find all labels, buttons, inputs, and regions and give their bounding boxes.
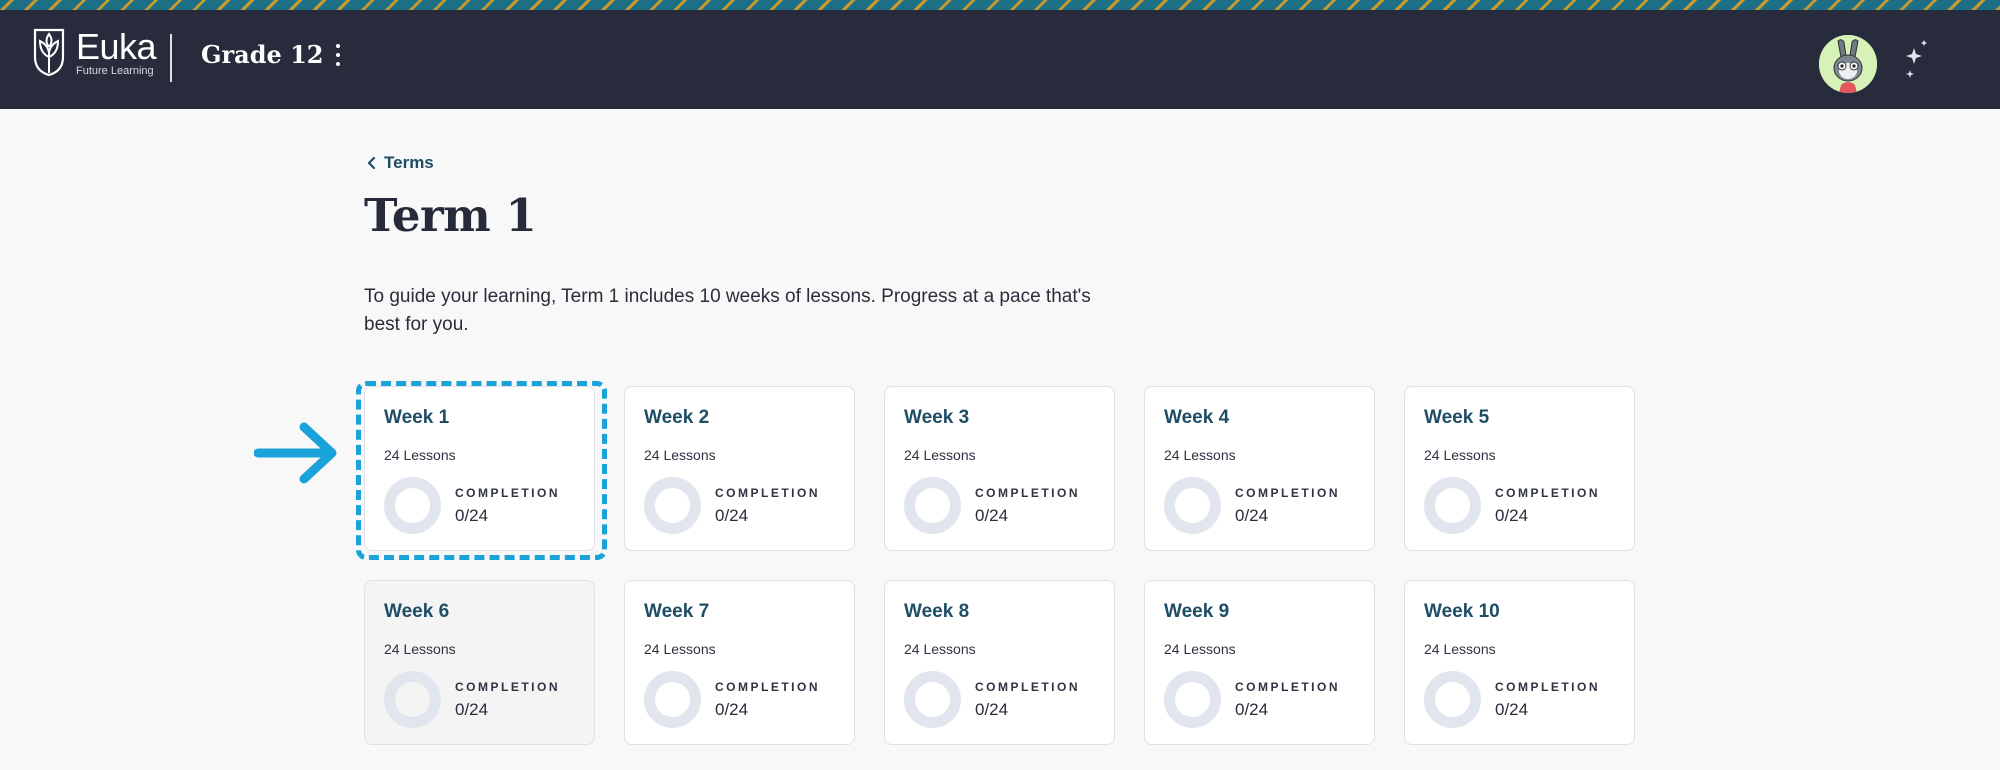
week-card-10[interactable]: Week 10 24 Lessons COMPLETION 0/24 <box>1404 580 1635 745</box>
progress-ring-icon <box>1424 477 1481 534</box>
decorative-top-stripe <box>0 0 2000 10</box>
progress-ring-icon <box>644 671 701 728</box>
completion-value: 0/24 <box>1495 505 1529 525</box>
week-lessons-count: 24 Lessons <box>384 641 456 657</box>
completion-label: COMPLETION <box>715 485 820 500</box>
kebab-menu-icon[interactable] <box>334 43 342 66</box>
progress-ring-icon <box>1164 477 1221 534</box>
progress-ring-icon <box>1164 671 1221 728</box>
week-title: Week 2 <box>644 407 710 428</box>
week-card-1[interactable]: Week 1 24 Lessons COMPLETION 0/24 <box>356 381 607 560</box>
week-card-5[interactable]: Week 5 24 Lessons COMPLETION 0/24 <box>1404 386 1635 551</box>
logo-tagline: Future Learning <box>76 65 154 77</box>
completion-label: COMPLETION <box>1495 485 1600 500</box>
progress-ring-icon <box>904 671 961 728</box>
completion-label: COMPLETION <box>455 679 560 694</box>
breadcrumb-label: Terms <box>384 153 434 172</box>
week-title: Week 3 <box>904 407 970 428</box>
euka-shield-logo-icon <box>33 28 65 77</box>
completion-value: 0/24 <box>1235 699 1269 719</box>
week-card-3[interactable]: Week 3 24 Lessons COMPLETION 0/24 <box>884 386 1115 551</box>
progress-ring-icon <box>1424 671 1481 728</box>
page-title: Term 1 <box>364 189 537 242</box>
week-lessons-count: 24 Lessons <box>384 447 456 463</box>
progress-ring-icon <box>384 671 441 728</box>
week-lessons-count: 24 Lessons <box>1424 641 1496 657</box>
progress-ring-icon <box>644 477 701 534</box>
user-avatar[interactable] <box>1819 35 1877 93</box>
week-lessons-count: 24 Lessons <box>1164 641 1236 657</box>
completion-label: COMPLETION <box>715 679 820 694</box>
euka-logo[interactable]: Euka Future Learning <box>32 26 157 77</box>
week-lessons-count: 24 Lessons <box>1424 447 1496 463</box>
week-card-8[interactable]: Week 8 24 Lessons COMPLETION 0/24 <box>884 580 1115 745</box>
week-title: Week 6 <box>384 601 450 622</box>
grade-selector[interactable]: Grade 12 <box>201 40 342 69</box>
progress-ring-icon <box>384 477 441 534</box>
top-header: Euka Future Learning Grade 12 <box>0 10 2000 109</box>
week-title: Week 5 <box>1424 407 1490 428</box>
completion-value: 0/24 <box>715 505 749 525</box>
weeks-grid: Week 1 24 Lessons COMPLETION 0/24 Week 2… <box>356 378 1636 745</box>
completion-value: 0/24 <box>975 699 1009 719</box>
week-title: Week 10 <box>1424 601 1500 622</box>
completion-label: COMPLETION <box>1495 679 1600 694</box>
completion-label: COMPLETION <box>975 485 1080 500</box>
completion-label: COMPLETION <box>1235 485 1340 500</box>
completion-value: 0/24 <box>1235 505 1269 525</box>
page-intro: To guide your learning, Term 1 includes … <box>364 286 1091 335</box>
week-card-2[interactable]: Week 2 24 Lessons COMPLETION 0/24 <box>624 386 855 551</box>
week-title: Week 8 <box>904 601 970 622</box>
week-lessons-count: 24 Lessons <box>644 447 716 463</box>
breadcrumb-terms-link[interactable]: Terms <box>364 153 434 173</box>
week-title: Week 4 <box>1164 407 1230 428</box>
week-lessons-count: 24 Lessons <box>644 641 716 657</box>
week-lessons-count: 24 Lessons <box>904 447 976 463</box>
header-divider <box>170 34 172 82</box>
logo-wordmark: Euka <box>76 26 157 67</box>
completion-value: 0/24 <box>1495 699 1529 719</box>
week-title: Week 7 <box>644 601 710 622</box>
week-card-7[interactable]: Week 7 24 Lessons COMPLETION 0/24 <box>624 580 855 745</box>
week-card-4[interactable]: Week 4 24 Lessons COMPLETION 0/24 <box>1144 386 1375 551</box>
completion-value: 0/24 <box>455 505 489 525</box>
week-card-9[interactable]: Week 9 24 Lessons COMPLETION 0/24 <box>1144 580 1375 745</box>
week-lessons-count: 24 Lessons <box>904 641 976 657</box>
completion-label: COMPLETION <box>1235 679 1340 694</box>
completion-label: COMPLETION <box>975 679 1080 694</box>
moon-stars-icon[interactable] <box>1898 34 1961 94</box>
week-card-6[interactable]: Week 6 24 Lessons COMPLETION 0/24 <box>364 580 595 745</box>
grade-label: Grade 12 <box>201 40 324 69</box>
arrow-right-icon <box>254 422 337 484</box>
completion-label: COMPLETION <box>455 485 560 500</box>
week-title: Week 1 <box>384 407 450 428</box>
progress-ring-icon <box>904 477 961 534</box>
completion-value: 0/24 <box>715 699 749 719</box>
week-title: Week 9 <box>1164 601 1230 622</box>
completion-value: 0/24 <box>975 505 1009 525</box>
completion-value: 0/24 <box>455 699 489 719</box>
chevron-left-icon <box>367 156 376 170</box>
week-lessons-count: 24 Lessons <box>1164 447 1236 463</box>
bunny-avatar-icon <box>1819 35 1877 93</box>
